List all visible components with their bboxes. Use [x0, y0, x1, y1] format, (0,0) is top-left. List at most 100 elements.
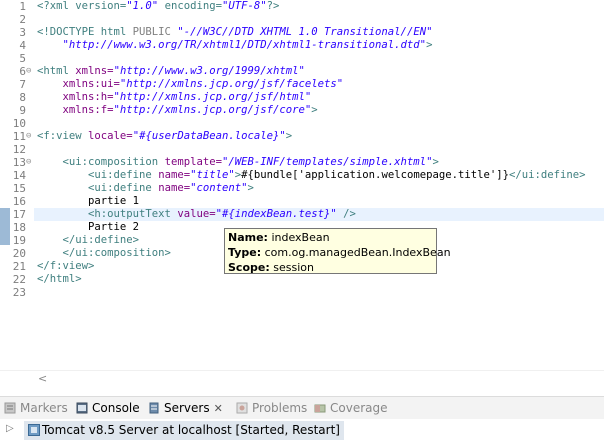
tab-problems[interactable]: Problems: [236, 397, 307, 419]
code-line[interactable]: partie 1: [37, 195, 139, 208]
bean-info-tooltip: Name: indexBean Type: com.og.managedBean…: [224, 228, 451, 274]
line-number: 1: [19, 0, 26, 13]
code-token: <ui:define: [37, 169, 159, 181]
code-token: partie 1: [37, 195, 140, 207]
code-token: "http://xmlns.jcp.org/jsf/core": [113, 104, 312, 116]
tab-console[interactable]: Console: [76, 397, 140, 419]
tab-servers-label: Servers: [164, 401, 210, 415]
code-token: >: [285, 130, 293, 142]
line-number: 3: [19, 26, 26, 39]
line-number: 10: [12, 117, 26, 130]
code-token: <h:outputText: [37, 208, 178, 220]
code-line[interactable]: <f:view locale="#{userDataBean.locale}">: [37, 130, 292, 143]
expand-arrow-icon[interactable]: ▷: [6, 423, 14, 434]
code-token: locale=: [88, 130, 133, 142]
code-token: "#{userDataBean.locale}": [132, 130, 286, 142]
code-token: Partie 2: [37, 221, 140, 233]
code-line[interactable]: <!DOCTYPE html PUBLIC "-//W3C//DTD XHTML…: [37, 26, 432, 39]
fold-toggle-icon[interactable]: ⊖: [26, 65, 34, 78]
line-number: 22: [12, 273, 26, 286]
code-token: "http://xmlns.jcp.org/jsf/html": [113, 91, 312, 103]
code-line[interactable]: <ui:composition template="/WEB-INF/templ…: [37, 156, 439, 169]
code-line[interactable]: </html>: [37, 273, 82, 286]
markers-icon: [4, 399, 16, 414]
code-token: <ui:composition: [37, 156, 165, 168]
code-token: "http://www.w3.org/TR/xhtml1/DTD/xhtml1-…: [37, 39, 427, 51]
scroll-left-icon[interactable]: <: [38, 372, 47, 385]
code-line[interactable]: <ui:define name="content">: [37, 182, 254, 195]
code-token: >: [311, 104, 318, 116]
code-line[interactable]: <h:outputText value="#{indexBean.test}" …: [37, 208, 356, 221]
tooltip-name-value: indexBean: [267, 231, 330, 244]
tab-console-label: Console: [92, 401, 140, 415]
server-item[interactable]: Tomcat v8.5 Server at localhost [Started…: [24, 421, 344, 440]
code-token: </ui:define>: [509, 169, 586, 181]
fold-toggle-icon[interactable]: ⊖: [26, 156, 34, 169]
line-number: 18: [12, 221, 26, 234]
line-number-gutter: 1 2 3 4 5 6 ⊖ 7 8 9 10 11 ⊖ 12 13 ⊖ 14 15 16 17 18 19 20 21 22 23: [0, 0, 34, 370]
code-token: </ui:define>: [37, 234, 140, 246]
code-line[interactable]: </f:view>: [37, 260, 94, 273]
tab-markers-label: Markers: [20, 401, 68, 415]
tab-coverage-label: Coverage: [330, 401, 388, 415]
code-token: <ui:define: [37, 182, 159, 194]
code-token: template=: [164, 156, 222, 168]
horizontal-scrollbar[interactable]: <: [0, 370, 604, 387]
tab-problems-label: Problems: [252, 401, 308, 415]
line-number: 5: [19, 52, 26, 65]
code-token: >: [426, 39, 433, 51]
code-token: "UTF-8": [221, 0, 267, 12]
tooltip-scope-label: Scope:: [228, 261, 270, 274]
line-number: 9: [19, 104, 26, 117]
code-token: "#{indexBean.test}": [215, 208, 337, 220]
code-line[interactable]: Partie 2: [37, 221, 139, 234]
code-token: xmlns:h=: [37, 91, 114, 103]
server-item-label: Tomcat v8.5 Server at localhost [Started…: [42, 423, 340, 437]
code-token: >: [432, 156, 439, 168]
tab-servers[interactable]: Servers ✕: [148, 397, 223, 419]
code-line[interactable]: <ui:define name="title">#{bundle['applic…: [37, 169, 586, 182]
code-token: "http://www.w3.org/1999/xhtml": [113, 65, 305, 77]
code-line[interactable]: xmlns:h="http://xmlns.jcp.org/jsf/html": [37, 91, 312, 104]
tab-coverage[interactable]: Coverage: [314, 397, 388, 419]
line-number: 11: [12, 130, 26, 143]
fold-toggle-icon[interactable]: ⊖: [26, 130, 34, 143]
code-line[interactable]: "http://www.w3.org/TR/xhtml1/DTD/xhtml1-…: [37, 39, 433, 52]
code-line[interactable]: xmlns:ui="http://xmlns.jcp.org/jsf/facel…: [37, 78, 344, 91]
code-token: value=: [177, 208, 216, 220]
line-number: 17: [12, 208, 26, 221]
line-number: 16: [12, 195, 26, 208]
code-line[interactable]: xmlns:f="http://xmlns.jcp.org/jsf/core">: [37, 104, 318, 117]
code-token: name=: [158, 169, 191, 181]
line-number: 6: [19, 65, 26, 78]
code-token: xmlns:ui=: [37, 78, 120, 90]
code-token: "/WEB-INF/templates/simple.xhtml": [221, 156, 433, 168]
tooltip-name-label: Name:: [228, 231, 268, 244]
tooltip-type-label: Type:: [228, 246, 262, 259]
code-token: name=: [158, 182, 191, 194]
code-line[interactable]: </ui:composition>: [37, 247, 171, 260]
tab-markers[interactable]: Markers: [4, 397, 68, 419]
server-list-row[interactable]: ▷ Tomcat v8.5 Server at localhost [Start…: [0, 419, 604, 443]
close-icon[interactable]: ✕: [214, 402, 223, 415]
code-line[interactable]: <html xmlns="http://www.w3.org/1999/xhtm…: [37, 65, 305, 78]
coverage-icon: [314, 399, 326, 413]
code-token: </f:view>: [37, 260, 95, 272]
tooltip-type-value: com.og.managedBean.IndexBean: [261, 246, 451, 259]
code-token: >: [247, 182, 254, 194]
code-line[interactable]: <?xml version="1.0" encoding="UTF-8"?>: [37, 0, 279, 13]
code-token: />: [336, 208, 356, 220]
line-number: 12: [12, 143, 26, 156]
code-token: <f:view: [37, 130, 89, 142]
code-token: <html: [37, 65, 76, 77]
code-token: "-//W3C//DTD XHTML 1.0 Transitional//EN": [170, 26, 433, 38]
bottom-view-tabbar: Markers Console Servers ✕ Problems Covera…: [0, 396, 604, 419]
problems-icon: [236, 399, 248, 414]
line-number: 20: [12, 247, 26, 260]
servers-icon: [148, 399, 160, 414]
xml-editor[interactable]: 1 2 3 4 5 6 ⊖ 7 8 9 10 11 ⊖ 12 13 ⊖ 14 15 16 17 18 19 20 21 22 23…: [0, 0, 604, 370]
line-number: 14: [12, 169, 26, 182]
code-line[interactable]: </ui:define>: [37, 234, 140, 247]
console-icon: [76, 399, 88, 414]
code-token: "title": [190, 169, 235, 181]
